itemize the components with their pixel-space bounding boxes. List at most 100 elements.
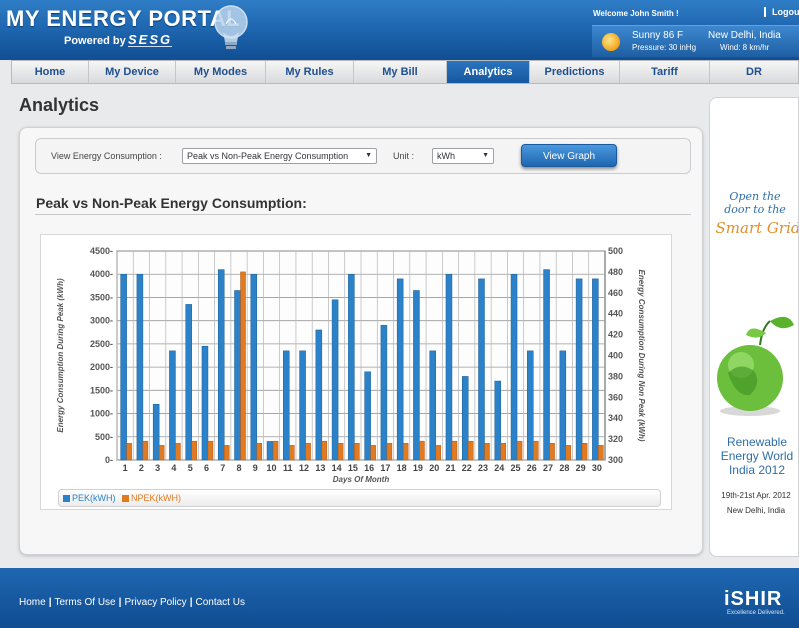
y2-tick-label: 400 <box>608 351 623 361</box>
y-tick-label: 500- <box>95 432 113 442</box>
peak-vs-nonpeak-chart: 0- 500- 1000- 1500- 2000- 2500- 3000- 3500- 4000… <box>56 246 646 484</box>
x-tick-label: 8 <box>236 463 241 473</box>
filter-bar: View Energy Consumption : Peak vs Non-Pe… <box>35 138 691 174</box>
bar-peak <box>169 350 176 461</box>
bar-nonpeak <box>337 443 344 461</box>
nav-my-bill[interactable]: My Bill <box>354 61 447 83</box>
x-tick-label: 17 <box>380 463 390 473</box>
bar-peak <box>543 269 550 461</box>
weather-widget: Sunny 86 F Pressure: 30 inHg New Delhi, … <box>592 25 799 57</box>
x-tick-label: 14 <box>332 463 342 473</box>
legend-nonpeak[interactable]: NPEK(kWH) <box>131 493 181 503</box>
bar-peak <box>445 273 453 461</box>
bar-nonpeak <box>289 445 295 461</box>
x-tick-label: 3 <box>155 463 160 473</box>
chart-legend: PEK(kWH) NPEK(kWH) <box>58 489 661 507</box>
bar-peak <box>527 350 534 461</box>
bar-nonpeak <box>370 445 376 461</box>
y2-tick-label: 300 <box>608 455 623 465</box>
nav-my-rules[interactable]: My Rules <box>266 61 354 83</box>
y2-tick-label: 360 <box>608 392 623 402</box>
ad-tagline-2: Smart Grid <box>715 219 799 237</box>
nav-analytics[interactable]: Analytics <box>447 61 530 83</box>
unit-label: Unit : <box>393 151 415 161</box>
bar-peak <box>478 278 485 461</box>
ad-tagline-1: Open the door to the <box>724 190 786 216</box>
bar-nonpeak <box>240 271 246 461</box>
footer-links: Home | Terms Of Use | Privacy Policy | Contact… <box>19 597 245 608</box>
footer-link-terms[interactable]: Terms Of Use <box>55 597 116 608</box>
x-tick-label: 19 <box>413 463 423 473</box>
bar-peak <box>266 441 274 461</box>
y2-axis-title: Energy Consumption During Non Peak (kWh) <box>637 269 646 441</box>
bar-nonpeak <box>142 440 149 461</box>
ishir-logo[interactable]: iSHIR <box>724 588 782 611</box>
bar-nonpeak <box>533 440 539 461</box>
bar-nonpeak <box>207 440 214 461</box>
footer-link-privacy[interactable]: Privacy Policy <box>124 597 186 608</box>
chevron-down-icon: ▼ <box>365 152 372 159</box>
bar-peak <box>348 273 355 461</box>
bar-peak <box>234 290 241 461</box>
weather-condition: Sunny 86 F <box>632 30 684 41</box>
bar-peak <box>299 350 306 461</box>
footer-link-contact[interactable]: Contact Us <box>196 597 245 608</box>
bar-nonpeak <box>126 443 132 461</box>
bar-peak <box>380 325 388 461</box>
smart-grid-advertisement[interactable]: Open the door to the Smart Grid Renewable… <box>709 97 799 557</box>
bar-nonpeak <box>484 443 490 461</box>
page-title: Analytics <box>19 95 100 115</box>
y-tick-label: 3500- <box>90 292 113 302</box>
y-tick-label: 1500- <box>90 385 113 395</box>
y-tick-label: 4000- <box>90 269 113 279</box>
bar-nonpeak <box>305 443 311 461</box>
bar-peak <box>510 273 518 461</box>
bar-peak <box>429 350 436 461</box>
x-tick-label: 4 <box>171 463 176 473</box>
bar-peak <box>315 329 323 461</box>
chart-container: 0- 500- 1000- 1500- 2000- 2500- 3000- 3500- 4000… <box>40 234 672 510</box>
y-tick-label: 1000- <box>90 409 113 419</box>
unit-select[interactable]: kWh ▼ <box>432 148 494 164</box>
bar-peak <box>283 350 290 461</box>
unit-value: kWh <box>437 151 455 161</box>
bar-peak <box>396 278 404 461</box>
bar-nonpeak <box>451 440 458 461</box>
view-consumption-label: View Energy Consumption : <box>51 151 162 161</box>
ad-event-date: 19th-21st Apr. 2012 <box>721 491 791 500</box>
weather-pressure: Pressure: 30 inHg <box>632 43 697 52</box>
chart-heading: Peak vs Non-Peak Energy Consumption: <box>36 195 307 211</box>
x-axis-title: Days Of Month <box>333 475 390 484</box>
nav-tariff[interactable]: Tariff <box>620 61 710 83</box>
y-tick-label: 2000- <box>90 362 113 372</box>
consumption-type-select[interactable]: Peak vs Non-Peak Energy Consumption ▼ <box>182 148 377 164</box>
nav-my-modes[interactable]: My Modes <box>176 61 266 83</box>
y-axis-title: Energy Consumption During Peak (kWh) <box>56 278 65 433</box>
portal-title[interactable]: MY ENERGY PORTAL <box>6 6 240 32</box>
x-tick-label: 9 <box>253 463 258 473</box>
y-tick-label: 3000- <box>90 316 113 326</box>
bar-nonpeak <box>565 445 572 461</box>
nav-dr[interactable]: DR <box>710 61 798 83</box>
footer-link-home[interactable]: Home <box>19 597 46 608</box>
view-graph-button[interactable]: View Graph <box>521 144 617 167</box>
x-tick-label: 12 <box>299 463 309 473</box>
bar-nonpeak <box>158 445 165 461</box>
bar-nonpeak <box>223 445 230 461</box>
x-tick-label: 20 <box>429 463 439 473</box>
bar-nonpeak <box>402 443 409 461</box>
y2-tick-label: 500 <box>608 246 623 256</box>
weather-city: New Delhi, India <box>708 30 781 41</box>
legend-peak[interactable]: PEK(kWH) <box>72 493 116 503</box>
y2-tick-label: 460 <box>608 288 623 298</box>
x-tick-label: 21 <box>445 463 455 473</box>
bar-peak <box>152 404 160 461</box>
bar-nonpeak <box>272 440 279 461</box>
analytics-panel: View Energy Consumption : Peak vs Non-Pe… <box>19 127 703 555</box>
divider <box>35 214 691 215</box>
nav-home[interactable]: Home <box>12 61 89 83</box>
ishir-tagline: Excellence Delivered. <box>727 610 785 616</box>
logout-link[interactable]: Logout <box>764 7 799 17</box>
nav-predictions[interactable]: Predictions <box>530 61 620 83</box>
nav-my-device[interactable]: My Device <box>89 61 176 83</box>
